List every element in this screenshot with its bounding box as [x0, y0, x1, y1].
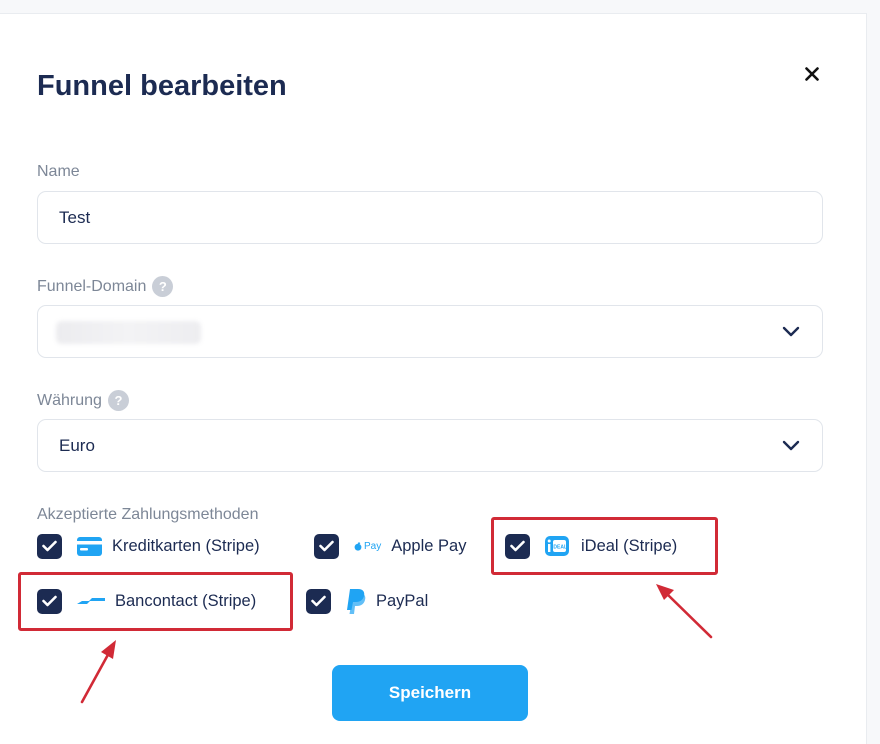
checkmark-icon — [319, 540, 334, 552]
payment-method-paypal[interactable]: PayPal — [306, 586, 428, 616]
payment-method-applepay[interactable]: Pay Apple Pay — [314, 531, 466, 561]
domain-label-text: Funnel-Domain — [37, 277, 147, 295]
close-icon — [805, 67, 819, 81]
close-button[interactable] — [800, 62, 824, 86]
domain-label: Funnel-Domain ? — [37, 276, 174, 297]
dialog-title: Funnel bearbeiten — [37, 70, 287, 102]
domain-select[interactable] — [37, 305, 823, 358]
name-label: Name — [37, 163, 80, 181]
highlight-box-ideal — [491, 517, 718, 575]
currency-label: Währung ? — [37, 390, 129, 411]
domain-value-redacted — [56, 321, 201, 344]
payment-methods-label: Akzeptierte Zahlungsmethoden — [37, 506, 259, 523]
currency-help-icon[interactable]: ? — [107, 390, 129, 411]
name-input[interactable] — [38, 192, 822, 243]
apple-pay-icon-text: Pay — [364, 540, 382, 552]
payment-method-creditcard[interactable]: Kreditkarten (Stripe) — [37, 531, 260, 561]
payment-method-label: PayPal — [376, 591, 429, 610]
checkmark-icon — [42, 540, 57, 552]
currency-label-text: Währung — [37, 391, 102, 409]
credit-card-icon — [77, 536, 102, 556]
currency-value: Euro — [59, 435, 95, 455]
domain-help-icon[interactable]: ? — [152, 276, 174, 297]
payment-method-label: Kreditkarten (Stripe) — [112, 536, 260, 555]
paypal-icon — [346, 588, 366, 614]
payment-method-label: Apple Pay — [391, 536, 467, 555]
checkbox-checked[interactable] — [314, 533, 339, 559]
apple-pay-icon: Pay — [354, 541, 381, 552]
save-button[interactable]: Speichern — [332, 665, 528, 721]
checkbox-checked[interactable] — [37, 533, 62, 559]
name-label-text: Name — [37, 163, 80, 180]
name-field-wrapper — [37, 191, 823, 244]
edit-funnel-dialog — [0, 13, 867, 744]
chevron-down-icon — [782, 326, 800, 337]
highlight-box-bancontact — [18, 572, 293, 631]
chevron-down-icon — [782, 440, 800, 451]
checkbox-checked[interactable] — [306, 588, 331, 614]
currency-select[interactable]: Euro — [37, 419, 823, 472]
checkmark-icon — [311, 595, 326, 607]
